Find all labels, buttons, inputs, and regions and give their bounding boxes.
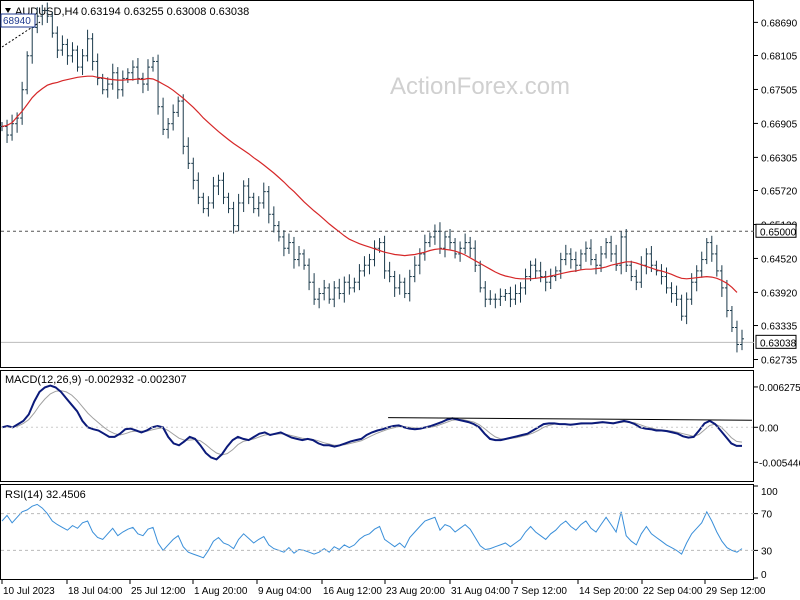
macd-series [1, 384, 753, 461]
rsi-series [1, 503, 743, 559]
rsi-tick-label: 100 [761, 487, 778, 498]
price-tick-label: 0.62735 [761, 355, 798, 366]
price-tick-label: 0.68105 [761, 51, 798, 62]
rsi-tick-label: 70 [761, 510, 773, 521]
price-tick-label: 0.65720 [761, 187, 798, 198]
last-price-label: 0.63038 [760, 338, 797, 349]
price-axis: 0.68690 0.68105 0.67505 0.66905 0.66305 0.657… [0, 13, 798, 366]
chart: ActionForex.com AUDUSD,H4 0.63194 0.6325… [0, 0, 800, 597]
time-axis: 10 Jul 2023 18 Jul 04:00 25 Jul 12:00 1 Aug… [1, 580, 766, 597]
price-series [0, 2, 744, 353]
price-tick-label: 0.68690 [761, 18, 798, 29]
watermark: ActionForex.com [390, 73, 570, 100]
price-reference-lines [1, 21, 754, 343]
time-tick-label: 22 Sep 04:00 [643, 586, 703, 597]
start-level-label: 68940 [3, 16, 31, 27]
time-tick-label: 25 Jul 12:00 [131, 586, 186, 597]
time-tick-label: 18 Jul 04:00 [68, 586, 123, 597]
ohlc-values: 0.63194 0.63255 0.63008 0.63038 [81, 6, 249, 18]
macd-tick-label: 0.00 [759, 423, 779, 434]
time-tick-label: 16 Aug 12:00 [323, 586, 382, 597]
price-tick-label: 0.66905 [761, 119, 798, 130]
macd-tick-label: -0.005446 [759, 458, 800, 469]
time-tick-label: 9 Aug 04:00 [258, 586, 312, 597]
time-tick-label: 23 Aug 20:00 [386, 586, 445, 597]
price-tick-label: 0.67505 [761, 85, 798, 96]
time-tick-label: 1 Aug 20:00 [194, 586, 248, 597]
rsi-title: RSI(14) 32.4506 [5, 489, 86, 501]
rsi-tick-label: 0 [761, 570, 767, 581]
price-panel-frame [0, 0, 754, 368]
macd-tick-label: 0.006275 [759, 383, 800, 394]
reference-level-label: 0.65000 [760, 227, 797, 238]
rsi-panel-frame [0, 484, 754, 580]
price-tick-label: 0.63335 [761, 322, 798, 333]
rsi-tick-label: 30 [761, 546, 773, 557]
time-tick-label: 10 Jul 2023 [3, 586, 55, 597]
price-tick-label: 0.64520 [761, 254, 798, 265]
macd-trendline [388, 417, 753, 421]
time-tick-label: 29 Sep 12:00 [706, 586, 766, 597]
rsi-axis: 100 70 30 0 [1, 485, 778, 581]
price-tick-label: 0.63920 [761, 288, 798, 299]
macd-panel-frame [0, 370, 754, 482]
collapse-arrow-icon[interactable] [5, 8, 11, 13]
macd-title: MACD(12,26,9) -0.002932 -0.002307 [5, 374, 187, 386]
price-tick-label: 0.66305 [761, 153, 798, 164]
time-tick-label: 7 Sep 12:00 [513, 586, 567, 597]
time-tick-label: 14 Sep 20:00 [579, 586, 639, 597]
macd-line [1, 384, 742, 461]
rsi-line [1, 503, 743, 559]
time-tick-label: 31 Aug 04:00 [451, 586, 510, 597]
